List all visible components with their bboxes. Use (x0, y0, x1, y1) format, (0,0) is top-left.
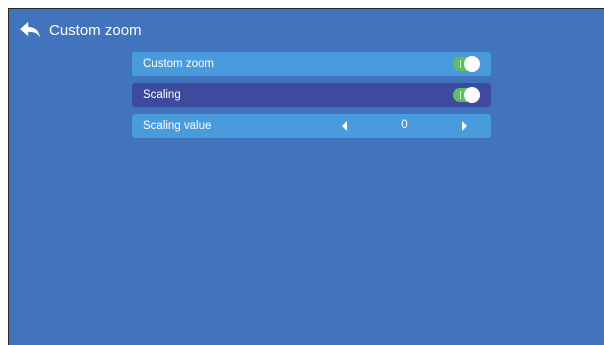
scaling-row[interactable]: Scaling (132, 83, 491, 107)
scaling-value-label: Scaling value (143, 120, 212, 132)
scaling-value-row[interactable]: Scaling value 0 (132, 114, 491, 138)
header: Custom zoom (19, 21, 142, 39)
toggle-on-mark (460, 60, 461, 68)
scaling-label: Scaling (143, 89, 181, 101)
toggle-knob (464, 56, 480, 72)
increase-arrow-icon[interactable] (462, 121, 467, 131)
back-arrow-icon[interactable] (19, 21, 41, 39)
custom-zoom-row[interactable]: Custom zoom (132, 52, 491, 76)
page-title: Custom zoom (49, 21, 142, 39)
scaling-value: 0 (401, 119, 408, 131)
settings-menu: Custom zoom Scaling Scaling value 0 (132, 52, 491, 145)
toggle-on-mark (460, 91, 461, 99)
toggle-knob (464, 87, 480, 103)
custom-zoom-toggle[interactable] (453, 56, 480, 72)
custom-zoom-label: Custom zoom (143, 58, 214, 70)
screen: Custom zoom Custom zoom Scaling Scaling … (8, 8, 604, 345)
scaling-value-stepper[interactable]: 0 (342, 114, 467, 138)
scaling-toggle[interactable] (453, 87, 480, 103)
